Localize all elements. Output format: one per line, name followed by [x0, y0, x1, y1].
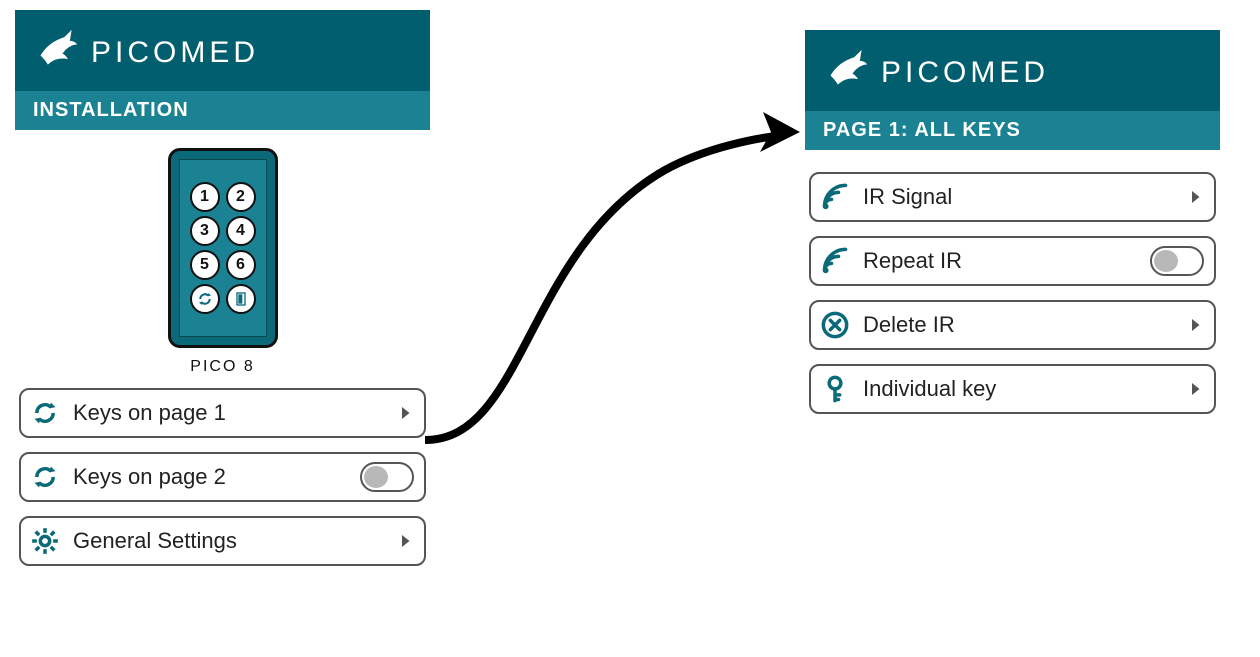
menu-keys-page-2[interactable]: Keys on page 2 — [19, 452, 426, 502]
subheader-right: PAGE 1: ALL KEYS — [805, 111, 1220, 150]
menu-label: Individual key — [863, 376, 1130, 402]
navigation-arrow-icon — [405, 70, 825, 470]
menu-label: Repeat IR — [863, 248, 1130, 274]
menu-label: Keys on page 2 — [73, 464, 340, 490]
chevron-right-icon — [354, 528, 414, 554]
cycle-icon — [31, 399, 59, 427]
device-key-door-icon — [226, 284, 256, 314]
menu-label: Keys on page 1 — [73, 400, 340, 426]
device-key: 1 — [190, 182, 220, 212]
key-icon — [821, 375, 849, 403]
menu-label: Delete IR — [863, 312, 1130, 338]
menu-individual-key[interactable]: Individual key — [809, 364, 1216, 414]
device-key: 2 — [226, 182, 256, 212]
all-keys-menu: IR Signal Repeat IR Delete IR — [805, 172, 1220, 414]
brand-bar-left: PICOMED — [15, 10, 430, 91]
chevron-right-icon — [1144, 312, 1204, 338]
device-illustration: 1 2 3 4 5 6 PICO 8 — [15, 148, 430, 376]
signal-icon — [821, 183, 849, 211]
device-screen: 1 2 3 4 5 6 — [179, 159, 267, 337]
installation-menu: Keys on page 1 Keys on page 2 General Se… — [15, 388, 430, 566]
brand-text: PICOMED — [91, 36, 259, 70]
device-key: 3 — [190, 216, 220, 246]
menu-keys-page-1[interactable]: Keys on page 1 — [19, 388, 426, 438]
chevron-right-icon — [1144, 184, 1204, 210]
cycle-icon — [31, 463, 59, 491]
device-key: 6 — [226, 250, 256, 280]
delete-icon — [821, 311, 849, 339]
menu-repeat-ir[interactable]: Repeat IR — [809, 236, 1216, 286]
device-label: PICO 8 — [190, 358, 254, 376]
subheader-left: INSTALLATION — [15, 91, 430, 130]
toggle-off[interactable] — [1144, 246, 1204, 276]
bird-logo-icon — [825, 48, 869, 97]
bird-logo-icon — [35, 28, 79, 77]
brand-text: PICOMED — [881, 56, 1049, 90]
menu-label: IR Signal — [863, 184, 1130, 210]
chevron-right-icon — [354, 400, 414, 426]
menu-delete-ir[interactable]: Delete IR — [809, 300, 1216, 350]
chevron-right-icon — [1144, 376, 1204, 402]
gear-icon — [31, 527, 59, 555]
toggle-off[interactable] — [354, 462, 414, 492]
menu-ir-signal[interactable]: IR Signal — [809, 172, 1216, 222]
menu-label: General Settings — [73, 528, 340, 554]
menu-general-settings[interactable]: General Settings — [19, 516, 426, 566]
device-key: 5 — [190, 250, 220, 280]
device-body: 1 2 3 4 5 6 — [168, 148, 278, 348]
brand-bar-right: PICOMED — [805, 30, 1220, 111]
installation-panel: PICOMED INSTALLATION 1 2 3 4 5 6 PICO 8 — [15, 10, 430, 566]
signal-icon — [821, 247, 849, 275]
device-key: 4 — [226, 216, 256, 246]
device-key-cycle-icon — [190, 284, 220, 314]
all-keys-panel: PICOMED PAGE 1: ALL KEYS IR Signal Repea… — [805, 30, 1220, 414]
